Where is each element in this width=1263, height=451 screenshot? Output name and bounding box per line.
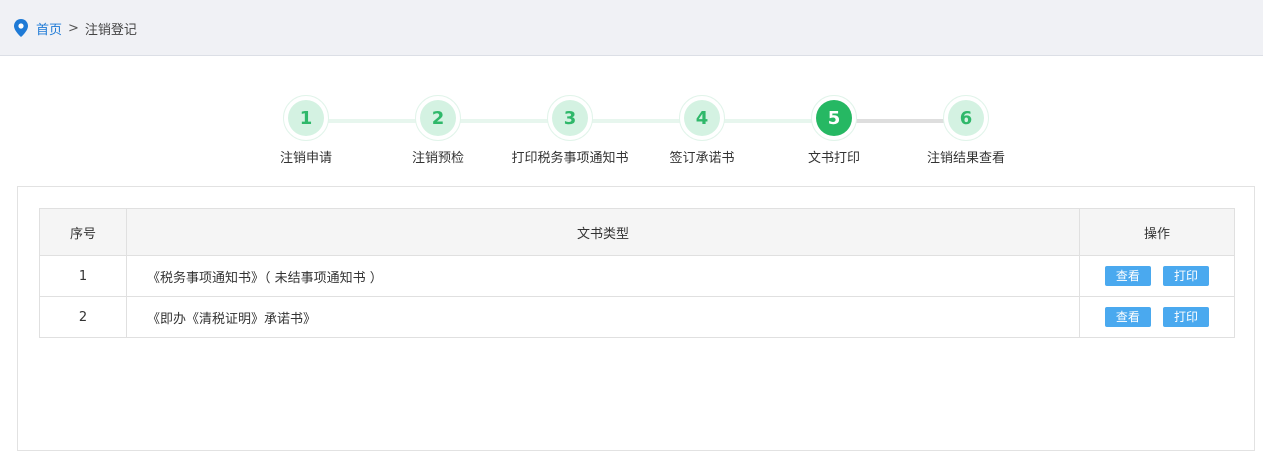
step-4: 4 签订承诺书 — [632, 95, 772, 166]
header-index: 序号 — [39, 208, 127, 256]
table-row: 1 《税务事项通知书》（ 未结事项通知书 ） 查看 打印 — [39, 255, 1235, 297]
row-actions: 查看 打印 — [1079, 255, 1235, 297]
progress-steps: 1 注销申请 2 注销预检 3 打印税务事项通知书 4 签订承诺书 5 文书打印… — [0, 95, 1263, 175]
step-label: 文书打印 — [807, 151, 860, 166]
step-3: 3 打印税务事项通知书 — [500, 95, 640, 166]
row-index: 2 — [39, 296, 127, 338]
documents-panel: 序号 文书类型 操作 1 《税务事项通知书》（ 未结事项通知书 ） 查看 打印 … — [17, 186, 1255, 451]
breadcrumb-current: 注销登记 — [84, 22, 137, 38]
step-label: 注销结果查看 — [926, 151, 1005, 166]
row-doc-type: 《税务事项通知书》（ 未结事项通知书 ） — [126, 255, 1080, 297]
step-2: 2 注销预检 — [368, 95, 508, 166]
breadcrumb-home-link[interactable]: 首页 — [36, 19, 62, 38]
breadcrumb: 首页 > 注销登记 — [14, 19, 137, 38]
step-label: 注销预检 — [411, 151, 464, 166]
row-actions: 查看 打印 — [1079, 296, 1235, 338]
step-number: 5 — [816, 100, 852, 136]
row-index: 1 — [39, 255, 127, 297]
step-number: 1 — [288, 100, 324, 136]
step-label: 打印税务事项通知书 — [511, 151, 629, 166]
step-1: 1 注销申请 — [236, 95, 376, 166]
top-bar: 首页 > 注销登记 — [0, 0, 1263, 56]
step-5: 5 文书打印 — [764, 95, 904, 166]
documents-table: 序号 文书类型 操作 1 《税务事项通知书》（ 未结事项通知书 ） 查看 打印 … — [39, 208, 1235, 338]
view-button[interactable]: 查看 — [1104, 307, 1151, 327]
step-label: 签订承诺书 — [669, 151, 735, 166]
step-label: 注销申请 — [279, 151, 332, 166]
row-doc-type: 《即办《清税证明》承诺书》 — [126, 296, 1080, 338]
print-button[interactable]: 打印 — [1163, 266, 1210, 286]
header-actions: 操作 — [1079, 208, 1235, 256]
print-button[interactable]: 打印 — [1163, 307, 1210, 327]
header-doc-type: 文书类型 — [126, 208, 1080, 256]
step-number: 3 — [552, 100, 588, 136]
step-number: 6 — [948, 100, 984, 136]
table-header-row: 序号 文书类型 操作 — [39, 208, 1235, 256]
step-number: 2 — [420, 100, 456, 136]
location-pin-icon — [14, 19, 28, 37]
view-button[interactable]: 查看 — [1104, 266, 1151, 286]
step-number: 4 — [684, 100, 720, 136]
breadcrumb-separator: > — [68, 20, 79, 36]
table-row: 2 《即办《清税证明》承诺书》 查看 打印 — [39, 296, 1235, 338]
step-6: 6 注销结果查看 — [896, 95, 1036, 166]
